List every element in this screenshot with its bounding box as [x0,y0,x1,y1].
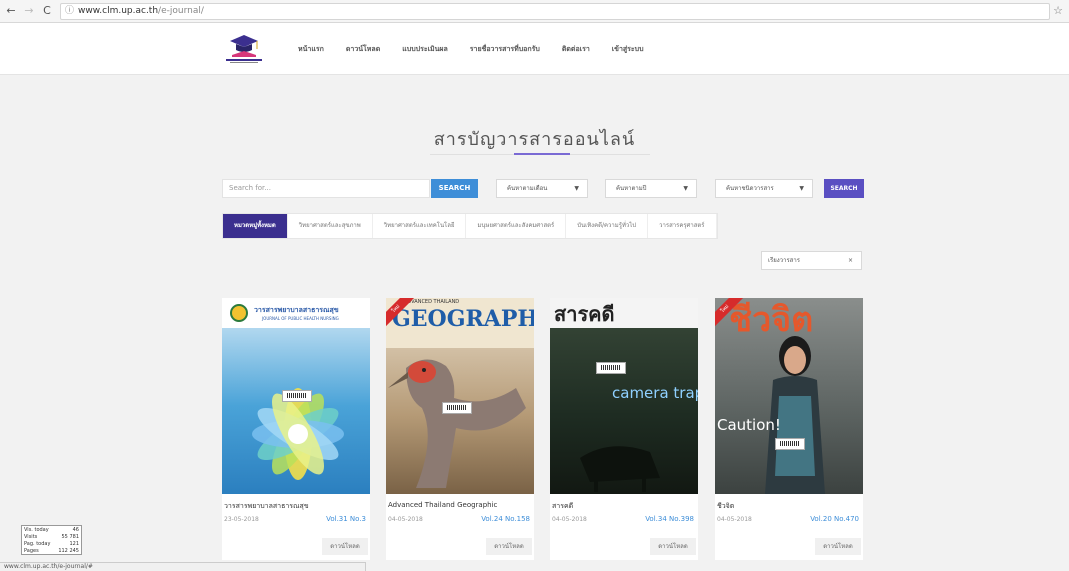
cover-subtitle-text: JOURNAL OF PUBLIC HEALTH NURSING [262,316,339,321]
barcode-label [442,402,472,414]
bird-graphic [388,359,526,488]
journal-volume: Vol.31 No.3 [326,515,366,523]
year-select[interactable]: ค้นหาตามปี ▼ [605,179,697,198]
cover-subtitle-text: camera trap [612,384,698,402]
journal-title[interactable]: ชีวจิต [717,501,734,512]
menu-login[interactable]: เข้าสู่ระบบ [612,44,644,55]
journal-cover[interactable]: ชีวจิต Caution! ใหม่ [715,298,863,494]
journal-title[interactable]: Advanced Thailand Geographic [388,501,497,509]
menu-home[interactable]: หน้าแรก [298,44,324,55]
menu-contact[interactable]: ติดต่อเรา [562,44,590,55]
journal-date: 04-05-2018 [552,516,587,523]
info-icon[interactable]: ⓘ [65,6,74,16]
journal-date: 04-05-2018 [388,516,423,523]
year-select-label: ค้นหาตามปี [616,185,647,192]
stat-value: 46 [72,527,79,533]
journal-cover[interactable]: วารสารพยาบาลสาธารณสุข JOURNAL OF PUBLIC … [222,298,370,494]
journal-date: 23-05-2018 [224,516,259,523]
journal-date: 04-05-2018 [717,516,752,523]
journal-volume: Vol.24 No.158 [481,515,530,523]
tab-science-health[interactable]: วิทยาศาสตร์และสุขภาพ [288,214,373,238]
flower-graphic [252,388,344,480]
cover-title-text: สารคดี [554,302,615,326]
sort-select-label: เรียงวารสาร [768,257,800,264]
cover-subtitle-text: Caution! [717,416,781,434]
download-button[interactable]: ดาวน์โหลด [650,538,696,555]
journal-card[interactable]: วารสารพยาบาลสาธารณสุข JOURNAL OF PUBLIC … [222,298,370,560]
tab-humanities-social[interactable]: มนุษยศาสตร์และสังคมศาสตร์ [466,214,567,238]
menu-download[interactable]: ดาวน์โหลด [346,44,380,55]
download-button[interactable]: ดาวน์โหลด [486,538,532,555]
barcode-label [775,438,805,450]
month-select[interactable]: ค้นหาตามเดือน ▼ [496,179,588,198]
journal-volume: Vol.20 No.470 [810,515,859,523]
month-select-label: ค้นหาตามเดือน [507,185,548,192]
library-logo-icon[interactable] [224,31,264,65]
browser-status-bar: www.clm.up.ac.th/e-journal/# [0,562,366,571]
cover-subtitle-text: ADVANCED THAILAND [404,299,460,305]
title-underline [514,153,570,155]
forward-icon[interactable]: → [22,4,36,18]
site-header: หน้าแรก ดาวน์โหลด แบบประเมินผล รายชื่อวา… [0,23,1069,75]
visitor-counter: Vis. today 46 Visits 55 781 Pag. today 121 … [21,525,82,555]
stat-label: Pag. today [24,541,51,547]
tab-education[interactable]: วารสารครุศาสตร์ [648,214,717,238]
barcode-label [596,362,626,374]
chevron-down-icon: ▼ [683,185,688,192]
journal-card[interactable]: ADVANCED THAILAND GEOGRAPHIC ใหม่ Advanc… [386,298,534,560]
animal-graphic [580,446,660,492]
stat-label: Vis. today [24,527,49,533]
barcode-label [282,390,312,402]
search-button[interactable]: SEARCH [431,179,478,198]
bookmark-star-icon[interactable]: ☆ [1053,4,1063,17]
stat-value: 55 781 [61,534,80,540]
download-button[interactable]: ดาวน์โหลด [322,538,368,555]
journal-card[interactable]: ชีวจิต Caution! ใหม่ ชีวจิต 04-05-2018 V… [715,298,863,560]
tab-science-technology[interactable]: วิทยาศาสตร์และเทคโนโลยี [373,214,467,238]
stat-value: 121 [69,541,79,547]
advanced-search-button[interactable]: SEARCH [824,179,864,198]
browser-toolbar: ← → C ⓘ www.clm.up.ac.th/e-journal/ ☆ [0,0,1069,23]
tab-all-categories[interactable]: หมวดหมู่ทั้งหมด [223,214,288,238]
menu-evaluation[interactable]: แบบประเมินผล [402,44,448,55]
stat-value: 112 245 [58,548,79,554]
close-icon[interactable]: × [848,252,853,269]
journal-card[interactable]: สารคดี camera trap สารคดี 04-05-2018 Vol… [550,298,698,560]
chevron-down-icon: ▼ [799,185,804,192]
reload-icon[interactable]: C [40,4,54,18]
url-path: /e-journal/ [158,6,204,16]
journal-cover[interactable]: ADVANCED THAILAND GEOGRAPHIC ใหม่ [386,298,534,494]
stat-label: Visits [24,534,38,540]
address-bar[interactable]: ⓘ www.clm.up.ac.th/e-journal/ [60,3,1050,20]
journal-volume: Vol.34 No.398 [645,515,694,523]
journal-type-select-label: ค้นหาชนิดวารสาร [726,185,774,192]
menu-subscribed-journals[interactable]: รายชื่อวารสารที่บอกรับ [470,44,540,55]
stat-label: Pages [24,548,39,554]
category-tabs: หมวดหมู่ทั้งหมด วิทยาศาสตร์และสุขภาพ วิท… [222,213,718,239]
cover-title-text: GEOGRAPHIC [392,306,534,332]
url-host: www.clm.up.ac.th [78,6,159,16]
back-icon[interactable]: ← [4,4,18,18]
main-menu: หน้าแรก ดาวน์โหลด แบบประเมินผล รายชื่อวา… [298,23,666,75]
chevron-down-icon: ▼ [574,185,579,192]
download-button[interactable]: ดาวน์โหลด [815,538,861,555]
sort-select[interactable]: เรียงวารสาร × [761,251,862,270]
tab-entertainment-general[interactable]: บันเทิงคดี/ความรู้ทั่วไป [566,214,649,238]
cover-model-graphic [765,336,825,494]
journal-cover[interactable]: สารคดี camera trap [550,298,698,494]
cover-title-text: วารสารพยาบาลสาธารณสุข [254,306,339,314]
journal-title[interactable]: สารคดี [552,501,573,512]
journal-type-select[interactable]: ค้นหาชนิดวารสาร ▼ [715,179,813,198]
journal-title[interactable]: วารสารพยาบาลสาธารณสุข [224,501,309,512]
page-title: สารบัญวารสารออนไลน์ [433,129,636,150]
search-input[interactable]: Search for... [222,179,430,198]
